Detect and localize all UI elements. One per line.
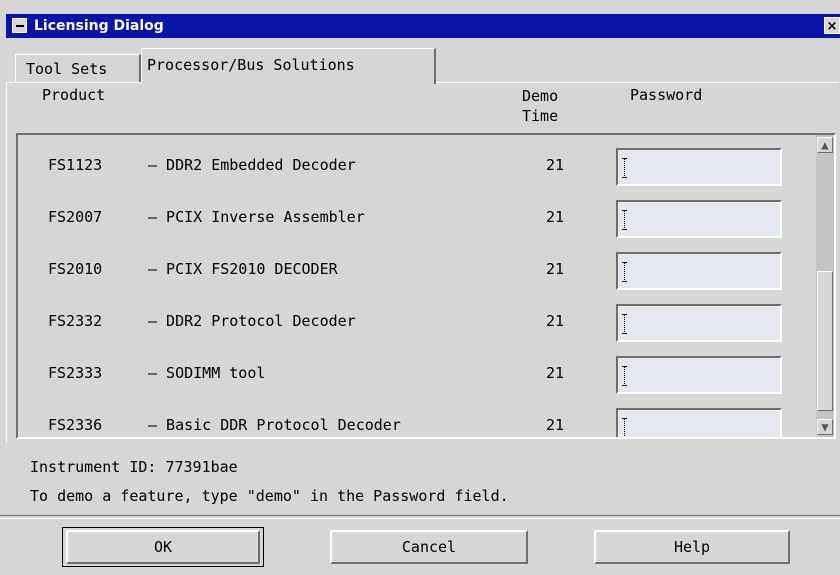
product-code: FS2336 <box>48 416 103 434</box>
button-divider <box>0 515 840 519</box>
password-field[interactable] <box>616 148 782 186</box>
demo-time: 21 <box>546 312 565 330</box>
tab-tool-sets[interactable]: Tool Sets <box>15 54 141 82</box>
text-cursor-icon <box>622 158 627 178</box>
scrollbar-thumb[interactable] <box>817 271 833 411</box>
scroll-up-icon[interactable]: ▲ <box>817 137 833 153</box>
demo-time: 21 <box>546 208 565 226</box>
column-header-product: Product <box>42 86 106 104</box>
password-field[interactable] <box>616 252 782 290</box>
product-code: FS2010 <box>48 260 103 278</box>
product-list[interactable]: FS1123 – DDR2 Embedded Decoder 21 FS2007… <box>16 133 836 439</box>
product-description: – DDR2 Protocol Decoder <box>148 312 356 330</box>
column-header-password: Password <box>630 86 703 104</box>
product-description: – Basic DDR Protocol Decoder <box>148 416 401 434</box>
demo-time: 21 <box>546 260 565 278</box>
scroll-down-icon[interactable]: ▼ <box>817 419 833 435</box>
window-menu-icon[interactable] <box>12 18 27 33</box>
product-row: FS2332 – DDR2 Protocol Decoder 21 <box>18 304 816 344</box>
demo-time: 21 <box>546 416 565 434</box>
password-field[interactable] <box>616 356 782 394</box>
product-description: – PCIX FS2010 DECODER <box>148 260 338 278</box>
product-description: – PCIX Inverse Assembler <box>148 208 365 226</box>
product-row: FS2336 – Basic DDR Protocol Decoder 21 <box>18 408 816 437</box>
column-header-demo-line2: Time <box>522 107 559 125</box>
password-field[interactable] <box>616 408 782 437</box>
text-cursor-icon <box>622 314 627 334</box>
licensing-dialog: Licensing Dialog × Tool Sets Processor/B… <box>0 0 840 575</box>
demo-time: 21 <box>546 364 565 382</box>
demo-hint: To demo a feature, type "demo" in the Pa… <box>30 487 509 505</box>
demo-time: 21 <box>546 156 565 174</box>
product-code: FS2333 <box>48 364 103 382</box>
product-row: FS2007 – PCIX Inverse Assembler 21 <box>18 200 816 240</box>
password-field[interactable] <box>616 200 782 238</box>
text-cursor-icon <box>622 366 627 386</box>
text-cursor-icon <box>622 262 627 282</box>
product-code: FS2332 <box>48 312 103 330</box>
tab-processor-bus-solutions[interactable]: Processor/Bus Solutions <box>141 48 436 84</box>
product-row: FS2333 – SODIMM tool 21 <box>18 356 816 396</box>
cancel-button[interactable]: Cancel <box>330 530 528 564</box>
product-code: FS2007 <box>48 208 103 226</box>
product-row: FS1123 – DDR2 Embedded Decoder 21 <box>18 148 816 188</box>
product-row: FS2010 – PCIX FS2010 DECODER 21 <box>18 252 816 292</box>
text-cursor-icon <box>622 210 627 230</box>
instrument-id: Instrument ID: 77391bae <box>30 458 238 476</box>
help-button[interactable]: Help <box>594 530 790 564</box>
title-bar[interactable]: Licensing Dialog × <box>6 14 840 38</box>
ok-button[interactable]: OK <box>66 530 260 564</box>
product-code: FS1123 <box>48 156 103 174</box>
product-description: – DDR2 Embedded Decoder <box>148 156 356 174</box>
column-header-demo-line1: Demo <box>522 87 559 105</box>
product-description: – SODIMM tool <box>148 364 266 382</box>
close-icon[interactable]: × <box>824 17 840 34</box>
column-header-demo-time: Demo Time <box>522 86 558 126</box>
password-field[interactable] <box>616 304 782 342</box>
window-title: Licensing Dialog <box>34 18 164 34</box>
vertical-scrollbar[interactable]: ▲ ▼ <box>816 135 834 437</box>
text-cursor-icon <box>622 418 627 437</box>
